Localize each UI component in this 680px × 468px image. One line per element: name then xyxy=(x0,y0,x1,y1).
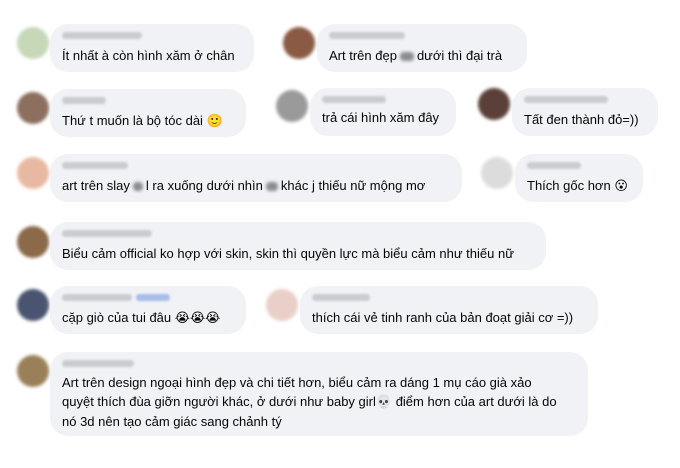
comment-text-part: Thích gốc hơn xyxy=(527,178,611,193)
comment-text-part: cặp giò của tui đâu xyxy=(62,310,172,325)
comment-text-part: dưới thì đại trà xyxy=(416,48,503,63)
comment-text: Ít nhất à còn hình xăm ở chân xyxy=(62,48,235,63)
comment-text-part: điểm hơn của art dưới là do xyxy=(395,394,557,409)
avatar[interactable] xyxy=(283,27,315,59)
comment-text: trả cái hình xăm đây xyxy=(322,110,440,125)
censored-word xyxy=(132,182,143,192)
commenter-name-blurred[interactable] xyxy=(62,294,132,301)
comment-bubble: Biểu cảm official ko hợp với skin, skin … xyxy=(50,222,546,270)
commenter-name-blurred[interactable] xyxy=(322,96,386,103)
commenter-name-blurred[interactable] xyxy=(312,294,370,301)
commenter-name-blurred[interactable] xyxy=(62,162,128,169)
comment-bubble: Thích gốc hơn 😮 xyxy=(515,154,643,202)
comment-text: Biểu cảm official ko hợp với skin, skin … xyxy=(62,246,514,261)
avatar[interactable] xyxy=(276,90,308,122)
comment-bubble: trả cái hình xăm đây xyxy=(310,88,456,136)
avatar[interactable] xyxy=(481,157,513,189)
comment-bubble: Thứ t muốn là bộ tóc dài 🙂 xyxy=(50,89,246,137)
comment-bubble: cặp giò của tui đâu 😭😭😭 xyxy=(50,286,246,334)
commenter-name-blurred[interactable] xyxy=(62,230,152,237)
comment-bubble: Art trên design ngoại hình đẹp và chi ti… xyxy=(50,352,588,436)
comment-text: Art trên đẹp dưới thì đại trà xyxy=(329,46,502,65)
comment-text: cặp giò của tui đâu 😭😭😭 xyxy=(62,308,220,328)
comment-text: thích cái vẻ tinh ranh của bản đoạt giải… xyxy=(312,310,574,325)
avatar[interactable] xyxy=(17,289,49,321)
skull-emoji-icon: 💀 xyxy=(375,395,393,410)
comment-text-part: art trên slay xyxy=(62,178,130,193)
comment-bubble: Ít nhất à còn hình xăm ở chân xyxy=(50,24,254,72)
commenter-name-blurred[interactable] xyxy=(524,96,608,103)
comment-text: Thích gốc hơn 😮 xyxy=(527,176,628,196)
comment-text-part: quyệt thích đùa giỡn người khác, ở dưới … xyxy=(62,394,376,409)
commenter-name-blurred[interactable] xyxy=(62,32,142,39)
avatar[interactable] xyxy=(266,289,298,321)
avatar[interactable] xyxy=(17,355,49,387)
comment-text: Thứ t muốn là bộ tóc dài 🙂 xyxy=(62,111,223,131)
avatar[interactable] xyxy=(17,226,49,258)
commenter-name-blurred[interactable] xyxy=(62,360,134,367)
commenter-name-blurred[interactable] xyxy=(62,97,106,104)
smile-emoji-icon: 🙂 xyxy=(206,114,223,129)
comment-text: art trên slay l ra xuống dưới nhìn khác j … xyxy=(62,176,425,195)
comment-text-part: l ra xuống dưới nhìn xyxy=(145,178,263,193)
comment-line: nó 3d nên tạo cảm giác sang chảnh tý xyxy=(62,414,282,429)
comment-bubble: Art trên đẹp dưới thì đại trà xyxy=(317,24,527,72)
comment-bubble: Tất đen thành đỏ=)) xyxy=(512,88,658,136)
comment-text: Art trên design ngoại hình đẹp và chi ti… xyxy=(62,373,586,431)
commenter-name-blurred[interactable] xyxy=(527,162,581,169)
comment-text-part: khác j thiếu nữ mộng mơ xyxy=(280,178,426,193)
comment-line: quyệt thích đùa giỡn người khác, ở dưới … xyxy=(62,392,586,412)
comment-bubble: art trên slay l ra xuống dưới nhìn khác j … xyxy=(50,154,462,202)
comment-text-part: Art trên đẹp xyxy=(329,48,397,63)
avatar[interactable] xyxy=(478,88,510,120)
avatar[interactable] xyxy=(17,92,49,124)
crying-emoji-icon: 😭😭😭 xyxy=(174,311,221,326)
comment-text: Tất đen thành đỏ=)) xyxy=(524,112,639,127)
comment-bubble: thích cái vẻ tinh ranh của bản đoạt giải… xyxy=(300,286,598,334)
commenter-name-blurred[interactable] xyxy=(329,32,405,39)
comment-line: Art trên design ngoại hình đẹp và chi ti… xyxy=(62,375,532,390)
avatar[interactable] xyxy=(17,157,49,189)
tagged-name-blurred[interactable] xyxy=(136,294,170,301)
comment-text-part: Thứ t muốn là bộ tóc dài xyxy=(62,113,203,128)
surprised-emoji-icon: 😮 xyxy=(614,179,628,194)
avatar[interactable] xyxy=(17,27,49,59)
censored-word xyxy=(399,52,414,62)
censored-word xyxy=(265,182,278,192)
